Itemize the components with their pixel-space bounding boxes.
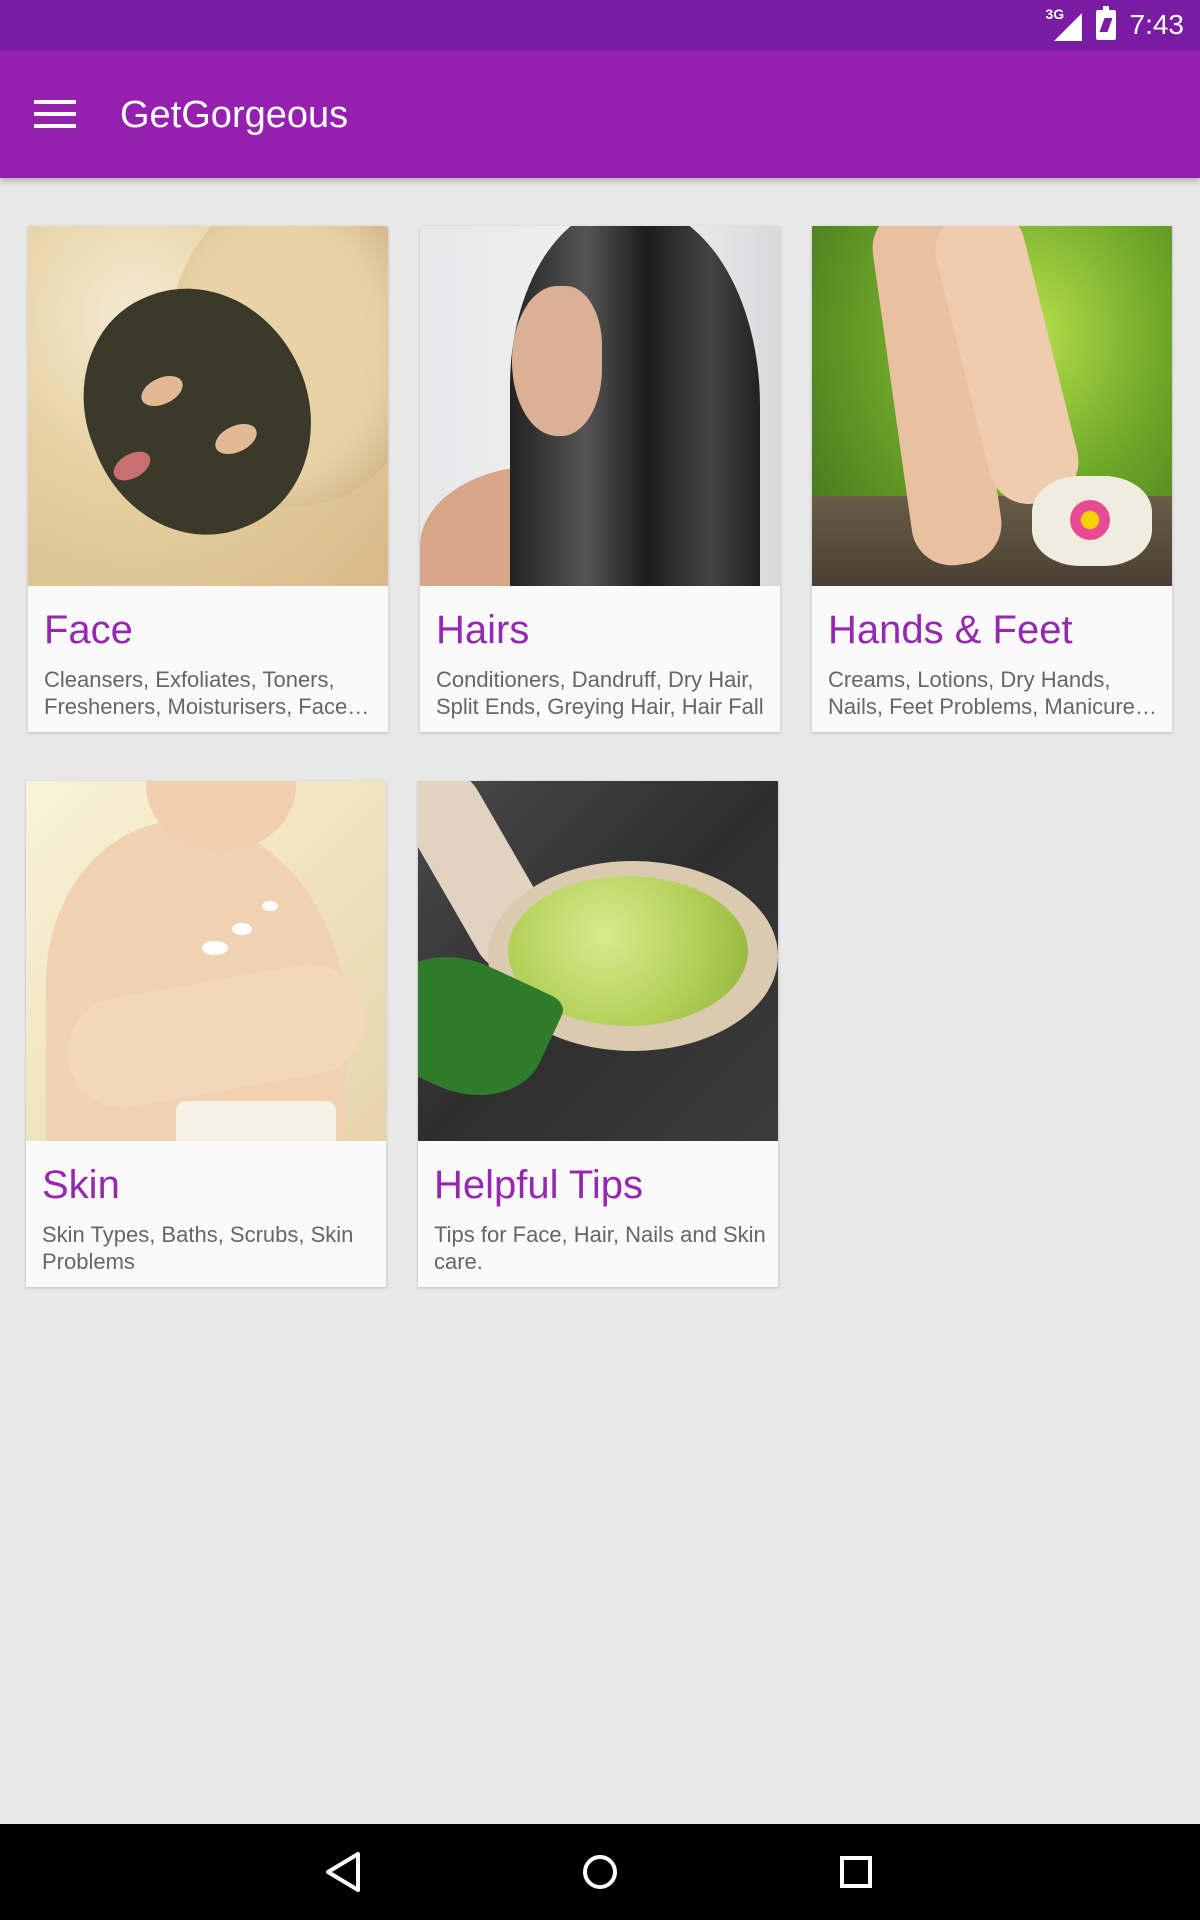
app-title: GetGorgeous bbox=[120, 94, 349, 136]
back-triangle-icon[interactable] bbox=[314, 1842, 374, 1902]
signal-indicator: 3G bbox=[1046, 6, 1082, 41]
category-card-skin[interactable]: Skin Skin Types, Baths, Scrubs, Skin Pro… bbox=[26, 781, 386, 1287]
signal-icon bbox=[1053, 13, 1082, 41]
category-description: Cleansers, Exfoliates, Toners, Freshener… bbox=[44, 667, 348, 719]
category-card-helpful-tips[interactable]: Helpful Tips Tips for Face, Hair, Nails … bbox=[418, 781, 778, 1287]
category-title: Face bbox=[44, 608, 133, 652]
battery-icon bbox=[1095, 6, 1116, 40]
home-circle-icon[interactable] bbox=[570, 1842, 630, 1902]
bath-salt-spoon-photo bbox=[418, 781, 778, 1141]
status-clock: 7:43 bbox=[1129, 9, 1185, 40]
category-title: Skin bbox=[42, 1163, 120, 1207]
hamburger-menu-icon[interactable] bbox=[24, 84, 86, 144]
category-title: Helpful Tips bbox=[434, 1163, 643, 1207]
category-description: Tips for Face, Hair, Nails and Skin care… bbox=[434, 1222, 766, 1274]
feet-spa-photo bbox=[812, 226, 1172, 586]
recents-square-icon[interactable] bbox=[826, 1842, 886, 1902]
category-title: Hairs bbox=[436, 608, 530, 652]
face-mask-photo bbox=[28, 226, 388, 586]
category-description: Conditioners, Dandruff, Dry Hair, Split … bbox=[436, 667, 764, 719]
system-nav-bar bbox=[0, 1824, 1200, 1920]
wet-hair-photo bbox=[420, 226, 780, 586]
skin-cream-photo bbox=[26, 781, 386, 1141]
category-card-face[interactable]: Face Cleansers, Exfoliates, Toners, Fres… bbox=[28, 226, 388, 732]
category-card-hairs[interactable]: Hairs Conditioners, Dandruff, Dry Hair, … bbox=[420, 226, 780, 732]
status-bar: 3G 7:43 bbox=[0, 0, 1200, 50]
category-description: Creams, Lotions, Dry Hands, Nails, Feet … bbox=[828, 667, 1141, 719]
category-card-hands-feet[interactable]: Hands & Feet Creams, Lotions, Dry Hands,… bbox=[812, 226, 1172, 732]
app-bar: GetGorgeous bbox=[0, 50, 1200, 178]
status-icons: 3G 7:43 bbox=[1046, 0, 1185, 50]
category-title: Hands & Feet bbox=[828, 608, 1073, 652]
category-description: Skin Types, Baths, Scrubs, Skin Problems bbox=[42, 1222, 354, 1274]
